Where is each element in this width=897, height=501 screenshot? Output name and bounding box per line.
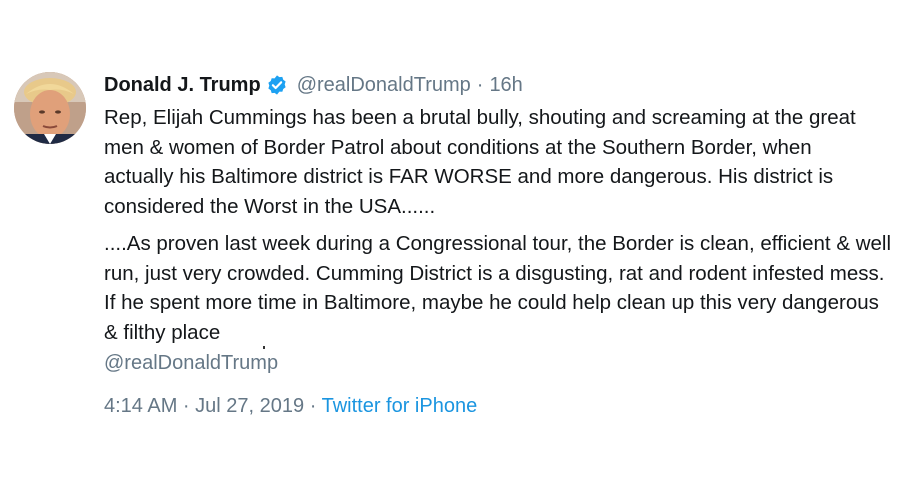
tweet-source-link[interactable]: Twitter for iPhone bbox=[322, 395, 478, 417]
avatar[interactable] bbox=[14, 72, 86, 144]
tweet: Donald J. Trump @realDonaldTrump · 16h R… bbox=[0, 0, 897, 501]
author-name[interactable]: Donald J. Trump bbox=[104, 74, 261, 97]
quoted-tweet-text: ....As proven last week during a Congres… bbox=[104, 232, 892, 344]
avatar-image bbox=[14, 72, 86, 144]
tweet-header: Donald J. Trump @realDonaldTrump · 16h bbox=[104, 70, 523, 100]
image-crop-artifact bbox=[263, 346, 265, 349]
quoted-tweet-handle[interactable]: @realDonaldTrump bbox=[104, 352, 278, 375]
tweet-meta: 4:14 AM · Jul 27, 2019 · Twitter for iPh… bbox=[104, 395, 477, 418]
tweet-timestamp[interactable]: 4:14 AM · Jul 27, 2019 bbox=[104, 395, 304, 417]
tweet-text: Rep, Elijah Cummings has been a brutal b… bbox=[104, 106, 856, 218]
author-handle[interactable]: @realDonaldTrump bbox=[297, 74, 471, 97]
verified-badge-icon bbox=[266, 74, 288, 96]
relative-time[interactable]: 16h bbox=[489, 74, 522, 97]
header-separator: · bbox=[476, 73, 484, 96]
meta-separator: · bbox=[309, 395, 317, 417]
